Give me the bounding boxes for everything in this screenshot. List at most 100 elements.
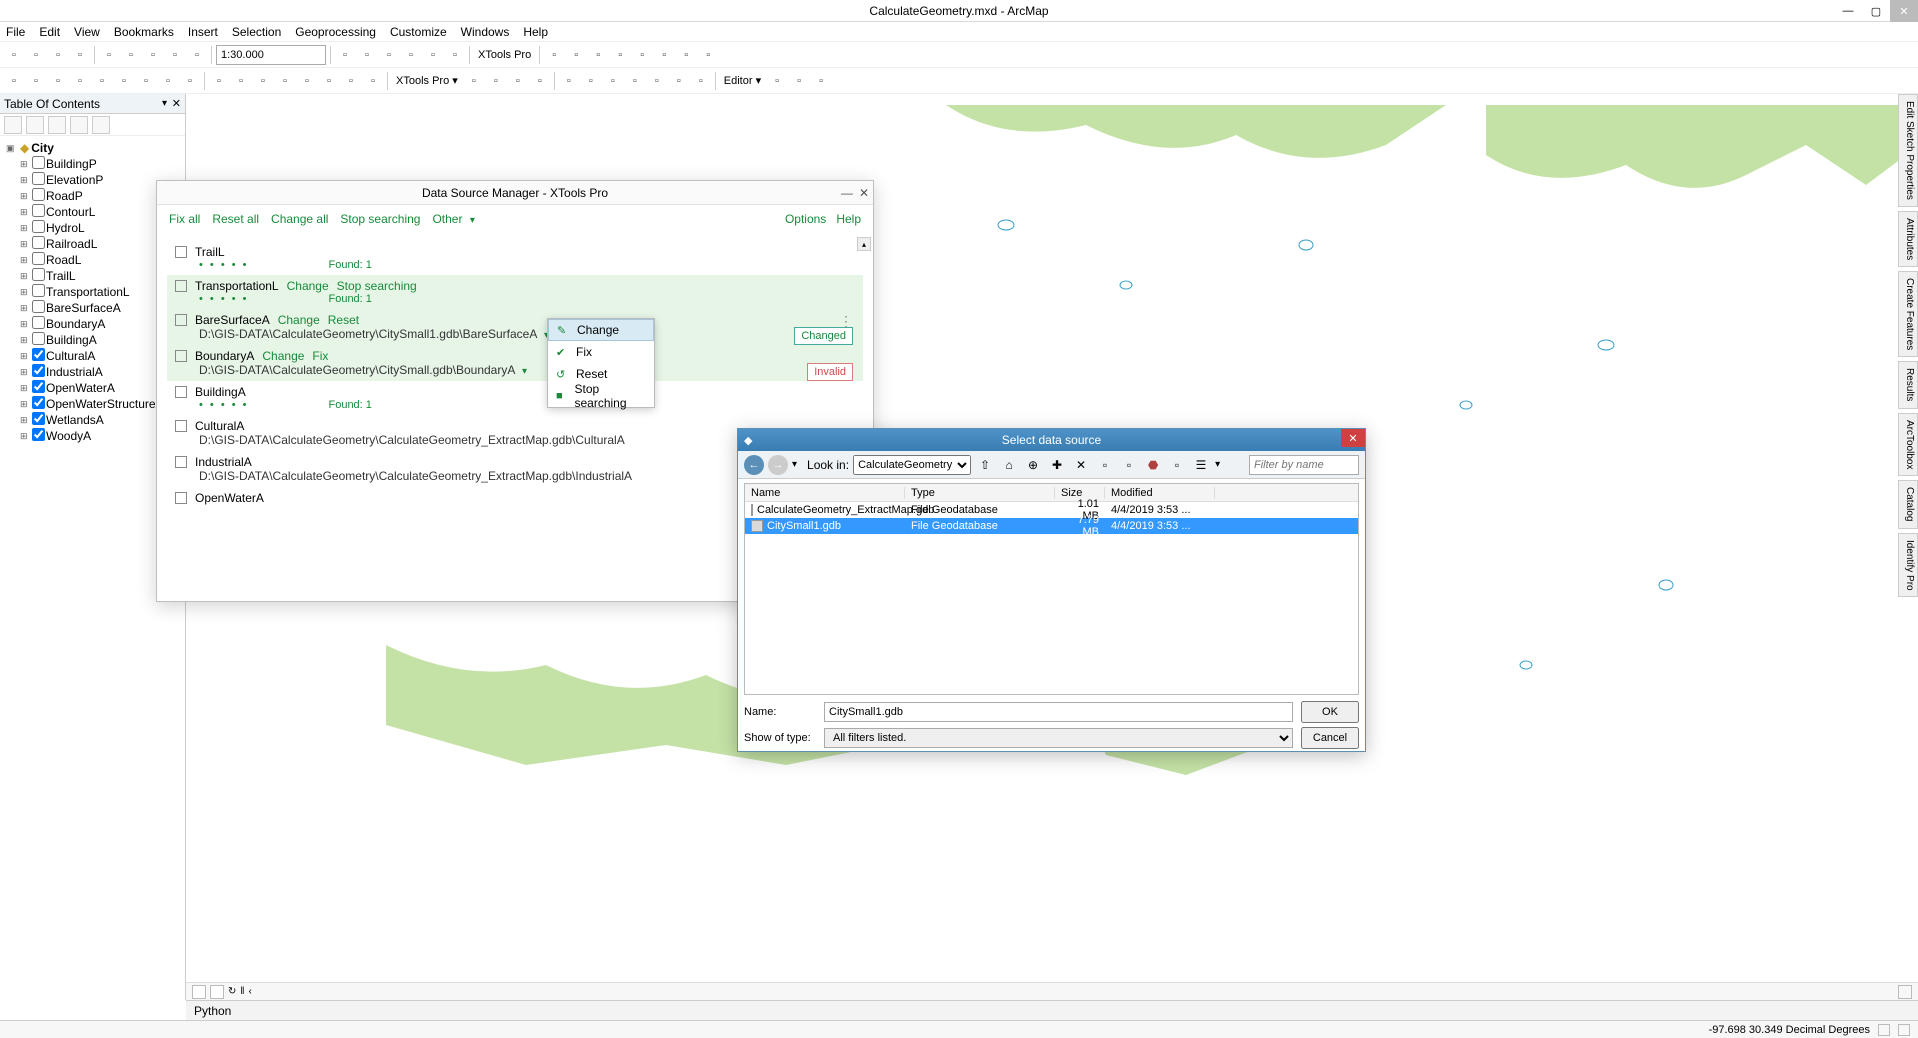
close-button[interactable]: ✕ bbox=[1890, 0, 1918, 22]
forward-button-icon[interactable]: → bbox=[768, 455, 788, 475]
toc-view-icon[interactable] bbox=[92, 116, 110, 134]
pointer-icon[interactable]: ▫ bbox=[209, 71, 229, 91]
tool-icon[interactable]: ▫ bbox=[379, 45, 399, 65]
dsm-item-baresurface[interactable]: ⋮ BareSurfaceA Change Reset D:\GIS-DATA\… bbox=[167, 309, 863, 345]
tool-icon[interactable]: ▫ bbox=[691, 71, 711, 91]
expand-icon[interactable]: ⊞ bbox=[20, 239, 32, 250]
editor-dropdown[interactable]: Editor ▾ bbox=[720, 74, 765, 87]
dsm-minimize-icon[interactable]: — bbox=[841, 186, 853, 200]
tool-icon[interactable]: ▫ bbox=[92, 71, 112, 91]
layer-checkbox[interactable] bbox=[32, 348, 45, 361]
expand-icon[interactable]: ⊞ bbox=[20, 271, 32, 282]
status-icon[interactable] bbox=[1878, 1024, 1890, 1036]
pause-icon[interactable]: ‖ bbox=[240, 986, 244, 997]
filter-input[interactable] bbox=[1249, 455, 1359, 475]
print-icon[interactable]: ▫ bbox=[70, 45, 90, 65]
python-bar[interactable]: Python bbox=[186, 1000, 1918, 1020]
layer-checkbox[interactable] bbox=[32, 204, 45, 217]
toc-layer[interactable]: ⊞BuildingP bbox=[2, 156, 183, 172]
side-tab[interactable]: Edit Sketch Properties bbox=[1898, 94, 1918, 207]
minimize-button[interactable]: — bbox=[1834, 0, 1862, 22]
zoom-in-icon[interactable]: ▫ bbox=[4, 71, 24, 91]
expand-icon[interactable]: ⊞ bbox=[20, 319, 32, 330]
menu-selection[interactable]: Selection bbox=[232, 25, 281, 39]
pan-icon[interactable]: ▫ bbox=[48, 71, 68, 91]
menu-edit[interactable]: Edit bbox=[39, 25, 60, 39]
expand-icon[interactable]: ⊞ bbox=[20, 335, 32, 346]
expand-icon[interactable]: ⊞ bbox=[20, 351, 32, 362]
tool-icon[interactable]: ▫ bbox=[789, 71, 809, 91]
dsm-titlebar[interactable]: Data Source Manager - XTools Pro — ✕ bbox=[157, 181, 873, 205]
copy-icon[interactable]: ▫ bbox=[121, 45, 141, 65]
menu-view[interactable]: View bbox=[74, 25, 100, 39]
menu-customize[interactable]: Customize bbox=[390, 25, 447, 39]
scale-input[interactable] bbox=[216, 45, 326, 65]
toolbox-icon[interactable]: ⬣ bbox=[1143, 455, 1163, 475]
dsm-close-icon[interactable]: ✕ bbox=[859, 186, 869, 200]
delete-icon[interactable]: ✕ bbox=[1071, 455, 1091, 475]
back-button-icon[interactable]: ← bbox=[744, 455, 764, 475]
tool-icon[interactable]: ▫ bbox=[357, 45, 377, 65]
file-row[interactable]: CalculateGeometry_ExtractMap.gdb File Ge… bbox=[745, 502, 1358, 518]
expand-icon[interactable]: ⊞ bbox=[20, 287, 32, 298]
col-name[interactable]: Name bbox=[745, 487, 905, 499]
sds-titlebar[interactable]: ◆ Select data source ✕ bbox=[738, 429, 1365, 451]
expand-icon[interactable]: ⊞ bbox=[20, 191, 32, 202]
expand-icon[interactable]: ⊞ bbox=[20, 367, 32, 378]
dropdown-icon[interactable]: ▾ bbox=[1215, 459, 1220, 470]
layer-checkbox[interactable] bbox=[32, 300, 45, 313]
dsm-resetall[interactable]: Reset all bbox=[212, 212, 259, 226]
dsm-reset[interactable]: Reset bbox=[328, 313, 359, 327]
layer-checkbox[interactable] bbox=[32, 172, 45, 185]
layout-view-icon[interactable] bbox=[210, 985, 224, 999]
side-tab[interactable]: Attributes bbox=[1898, 211, 1918, 267]
toc-view-icon[interactable] bbox=[70, 116, 88, 134]
tool-icon[interactable]: ▫ bbox=[632, 45, 652, 65]
dsm-change[interactable]: Change bbox=[278, 313, 320, 327]
layer-checkbox[interactable] bbox=[32, 236, 45, 249]
chevron-down-icon[interactable]: ▾ bbox=[522, 366, 527, 377]
layer-checkbox[interactable] bbox=[32, 396, 45, 409]
dsm-item-boundary[interactable]: BoundaryA Change Fix D:\GIS-DATA\Calcula… bbox=[167, 345, 863, 381]
tool-icon[interactable]: ▫ bbox=[253, 71, 273, 91]
data-view-icon[interactable] bbox=[192, 985, 206, 999]
tool-icon[interactable]: ▫ bbox=[588, 45, 608, 65]
new-icon[interactable]: ▫ bbox=[4, 45, 24, 65]
layer-checkbox[interactable] bbox=[32, 188, 45, 201]
open-icon[interactable]: ▫ bbox=[26, 45, 46, 65]
save-icon[interactable]: ▫ bbox=[48, 45, 68, 65]
side-tab[interactable]: Results bbox=[1898, 361, 1918, 408]
tool-icon[interactable]: ▫ bbox=[559, 71, 579, 91]
menu-geoprocessing[interactable]: Geoprocessing bbox=[295, 25, 376, 39]
side-tab[interactable]: Identify Pro bbox=[1898, 533, 1918, 598]
dsm-changeall[interactable]: Change all bbox=[271, 212, 328, 226]
dsm-options[interactable]: Options bbox=[785, 212, 826, 226]
tool-icon[interactable]: ▫ bbox=[581, 71, 601, 91]
tool-icon[interactable]: ▫ bbox=[508, 71, 528, 91]
menu-file[interactable]: File bbox=[6, 25, 25, 39]
dsm-other[interactable]: Other ▾ bbox=[432, 212, 474, 226]
ctx-fix[interactable]: ✔Fix bbox=[548, 341, 654, 363]
tool-icon[interactable]: ▫ bbox=[676, 45, 696, 65]
tool-icon[interactable]: ▫ bbox=[1167, 455, 1187, 475]
menu-bookmarks[interactable]: Bookmarks bbox=[114, 25, 174, 39]
tool-icon[interactable]: ▫ bbox=[603, 71, 623, 91]
side-tab[interactable]: Create Features bbox=[1898, 271, 1918, 357]
layer-checkbox[interactable] bbox=[32, 412, 45, 425]
tool-icon[interactable]: ▫ bbox=[275, 71, 295, 91]
lookin-select[interactable]: CalculateGeometry bbox=[853, 455, 971, 475]
connect-icon[interactable]: ⊕ bbox=[1023, 455, 1043, 475]
col-type[interactable]: Type bbox=[905, 487, 1055, 499]
refresh-icon[interactable]: ↻ bbox=[228, 986, 236, 997]
pin-icon[interactable]: ▾ bbox=[162, 98, 167, 109]
tool-icon[interactable]: ▫ bbox=[610, 45, 630, 65]
layer-checkbox[interactable] bbox=[32, 156, 45, 169]
layer-checkbox[interactable] bbox=[32, 284, 45, 297]
dsm-fixall[interactable]: Fix all bbox=[169, 212, 200, 226]
tool-icon[interactable]: ▫ bbox=[335, 45, 355, 65]
menu-windows[interactable]: Windows bbox=[461, 25, 510, 39]
xtools-label[interactable]: XTools Pro bbox=[474, 49, 535, 61]
tool-icon[interactable]: ▫ bbox=[1095, 455, 1115, 475]
tool-icon[interactable]: ▫ bbox=[464, 71, 484, 91]
toc-root[interactable]: ▣ ◆ City bbox=[2, 140, 183, 156]
